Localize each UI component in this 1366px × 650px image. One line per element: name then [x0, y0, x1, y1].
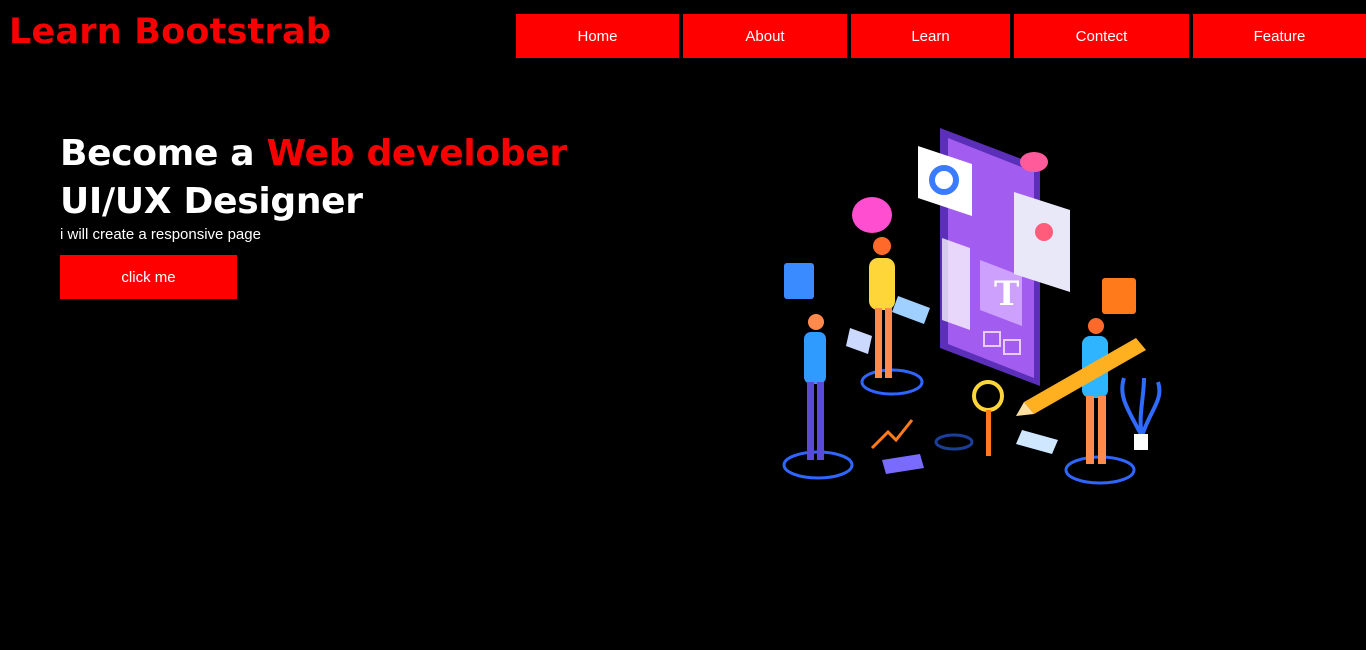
laptop-icon: [846, 328, 872, 354]
person-head-icon: [1088, 318, 1104, 334]
floor-ring-icon: [934, 433, 974, 451]
hero-title-accent: Web develober: [266, 133, 568, 174]
nav-item-learn[interactable]: Learn: [851, 14, 1010, 58]
color-swatch-icon: [882, 454, 924, 474]
person-leg-icon: [875, 308, 882, 378]
nav-item-feature[interactable]: Feature: [1193, 14, 1366, 58]
avatar-icon: [1035, 223, 1053, 241]
list-card-icon: [942, 238, 970, 330]
person-leg-icon: [1086, 396, 1094, 464]
person-leg-icon: [1098, 396, 1106, 464]
click-me-button[interactable]: click me: [60, 255, 237, 299]
hero-subtitle: i will create a responsive page: [60, 226, 261, 243]
illustration-svg: T: [782, 128, 1162, 485]
web-design-illustration: T: [772, 120, 1172, 492]
nav-item-contect[interactable]: Contect: [1014, 14, 1189, 58]
person-body-icon: [869, 258, 895, 310]
hero-title-prefix: Become a: [60, 133, 267, 174]
person-leg-icon: [807, 382, 814, 460]
plant-pot-icon: [1134, 434, 1148, 450]
nav-item-about[interactable]: About: [683, 14, 847, 58]
magnifier-icon: [972, 380, 1004, 412]
growth-arrow-icon: [870, 419, 914, 450]
card-icon: [1016, 430, 1058, 454]
lips-icon: [1020, 152, 1048, 172]
person-head-icon: [873, 237, 891, 255]
magnifier-handle-icon: [986, 410, 991, 456]
chat-bubble-icon: [784, 263, 814, 299]
person-head-icon: [808, 314, 824, 330]
chat-bubble-icon: [1102, 278, 1136, 314]
hero-title-line2: UI/UX Designer: [60, 181, 363, 222]
plant-icon: [1120, 377, 1162, 437]
tablet-icon: [892, 296, 930, 324]
brand-logo-text[interactable]: Learn Bootstrab: [9, 12, 331, 52]
person-body-icon: [804, 332, 826, 384]
nav-item-home[interactable]: Home: [516, 14, 679, 58]
type-glyph-icon: T: [994, 274, 1019, 314]
hero-title-line1: Become a Web develober: [60, 133, 567, 174]
person-leg-icon: [817, 382, 824, 460]
chat-bubble-icon: [852, 197, 892, 233]
person-leg-icon: [885, 308, 892, 378]
